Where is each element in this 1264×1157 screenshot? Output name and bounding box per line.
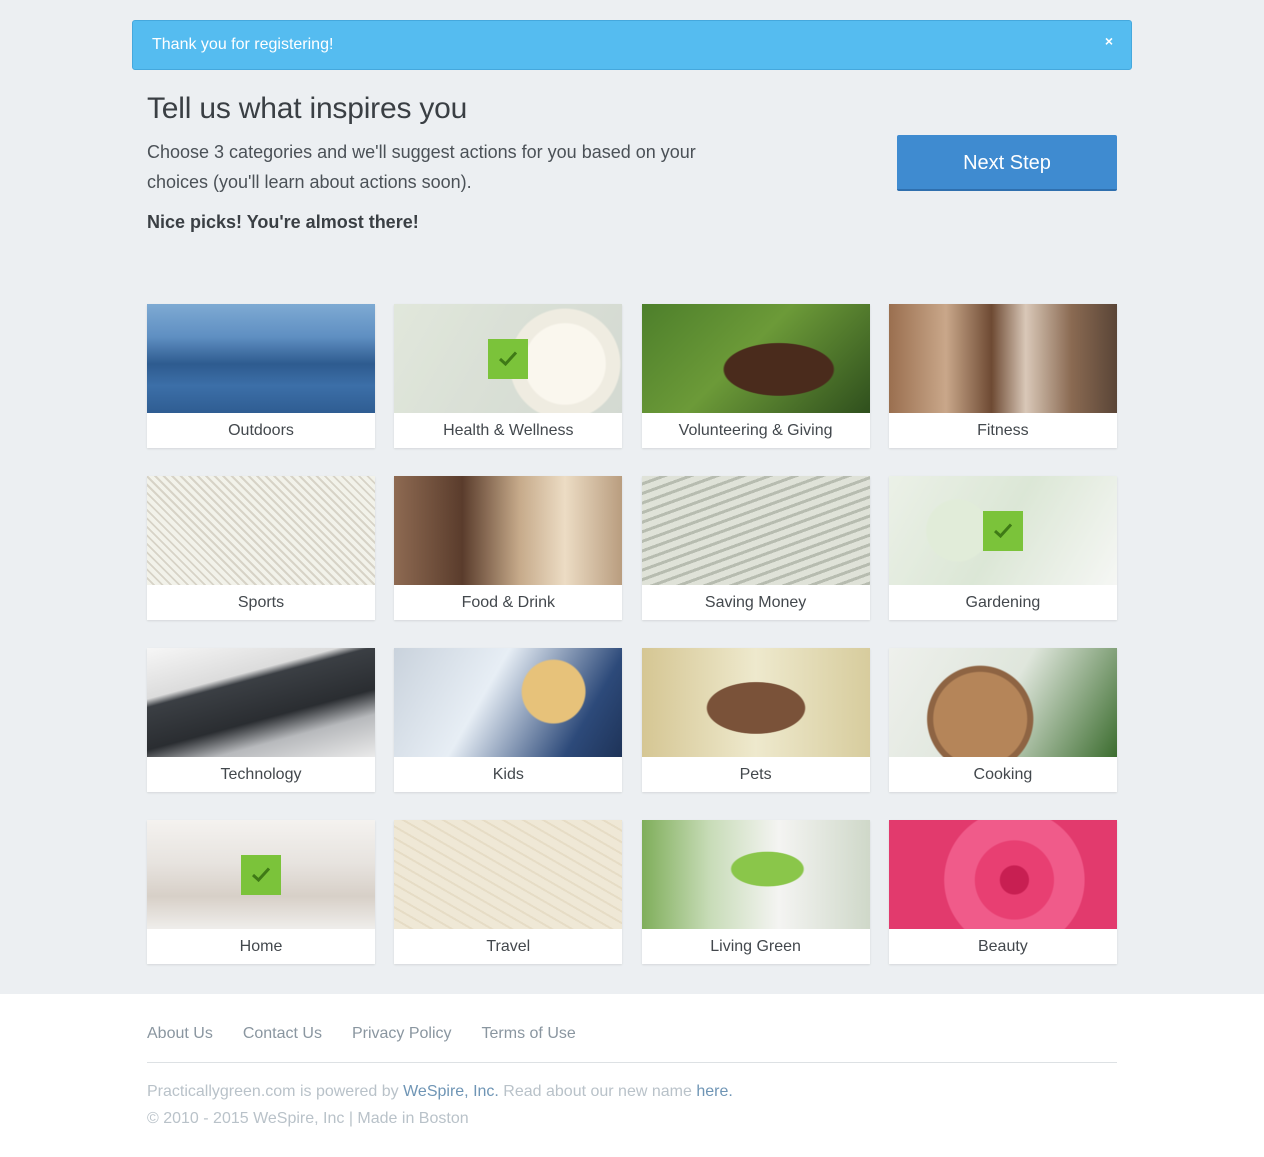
category-card-food-drink[interactable]: Food & Drink bbox=[394, 476, 623, 620]
category-card-fitness[interactable]: Fitness bbox=[888, 304, 1117, 448]
category-card-home[interactable]: Home bbox=[147, 820, 375, 964]
checkmark-icon bbox=[488, 339, 529, 379]
footer-link-terms-of-use[interactable]: Terms of Use bbox=[482, 1025, 576, 1043]
category-label: Home bbox=[239, 938, 283, 955]
category-image bbox=[394, 304, 623, 413]
footer-link-contact-us[interactable]: Contact Us bbox=[243, 1025, 322, 1043]
category-grid: Outdoors Health & Wellness Volunteering … bbox=[147, 304, 1117, 964]
footer-links: About Us Contact Us Privacy Policy Terms… bbox=[147, 1025, 576, 1043]
category-image bbox=[641, 820, 870, 929]
category-card-saving-money[interactable]: Saving Money bbox=[641, 476, 870, 620]
category-label: Cooking bbox=[973, 766, 1033, 783]
footer-link-privacy-policy[interactable]: Privacy Policy bbox=[352, 1025, 452, 1043]
category-image bbox=[147, 648, 375, 757]
page-title: Tell us what inspires you bbox=[147, 92, 468, 125]
powered-by-middle: Read about our new name bbox=[498, 1083, 697, 1100]
category-card-sports[interactable]: Sports bbox=[147, 476, 375, 620]
main-content: Thank you for registering! × Tell us wha… bbox=[0, 0, 1264, 994]
category-label: Kids bbox=[492, 766, 524, 783]
copyright-text: © 2010 - 2015 WeSpire, Inc | Made in Bos… bbox=[147, 1110, 469, 1127]
category-image bbox=[394, 648, 623, 757]
category-card-cooking[interactable]: Cooking bbox=[888, 648, 1117, 792]
category-image bbox=[394, 476, 623, 585]
category-card-pets[interactable]: Pets bbox=[641, 648, 870, 792]
category-label: Sports bbox=[237, 594, 285, 611]
category-label: Food & Drink bbox=[461, 594, 555, 611]
category-image bbox=[641, 648, 870, 757]
category-card-health-wellness[interactable]: Health & Wellness bbox=[394, 304, 623, 448]
category-label: Health & Wellness bbox=[443, 422, 574, 439]
category-image bbox=[147, 476, 375, 585]
category-label: Outdoors bbox=[228, 422, 294, 439]
category-image bbox=[147, 304, 375, 413]
category-label: Saving Money bbox=[704, 594, 807, 611]
category-label: Volunteering & Giving bbox=[678, 422, 833, 439]
category-image bbox=[888, 648, 1117, 757]
category-image bbox=[888, 304, 1117, 413]
close-icon[interactable]: × bbox=[1105, 34, 1113, 48]
category-image bbox=[641, 304, 870, 413]
wespire-link[interactable]: WeSpire, Inc. bbox=[403, 1083, 499, 1100]
powered-by-prefix: Practicallygreen.com is powered by bbox=[147, 1083, 404, 1100]
category-label: Beauty bbox=[977, 938, 1028, 955]
footer-link-about-us[interactable]: About Us bbox=[147, 1025, 213, 1043]
category-card-living-green[interactable]: Living Green bbox=[641, 820, 870, 964]
next-step-button[interactable]: Next Step bbox=[897, 135, 1117, 191]
alert-message: Thank you for registering! bbox=[152, 36, 334, 53]
category-image bbox=[888, 820, 1117, 929]
category-card-beauty[interactable]: Beauty bbox=[888, 820, 1117, 964]
category-label: Technology bbox=[220, 766, 302, 783]
footer-divider bbox=[147, 1062, 1117, 1063]
category-card-outdoors[interactable]: Outdoors bbox=[147, 304, 375, 448]
powered-by-text: Practicallygreen.com is powered by WeSpi… bbox=[147, 1083, 733, 1101]
category-image bbox=[147, 820, 375, 929]
category-image bbox=[641, 476, 870, 585]
page-subtitle: Choose 3 categories and we'll suggest ac… bbox=[147, 142, 696, 192]
category-card-volunteering-giving[interactable]: Volunteering & Giving bbox=[641, 304, 870, 448]
category-card-gardening[interactable]: Gardening bbox=[888, 476, 1117, 620]
category-image bbox=[888, 476, 1117, 585]
category-image bbox=[394, 820, 623, 929]
category-label: Living Green bbox=[710, 938, 801, 955]
selection-status: Nice picks! You're almost there! bbox=[147, 212, 419, 232]
footer: About Us Contact Us Privacy Policy Terms… bbox=[0, 994, 1264, 1157]
registration-alert: Thank you for registering! × bbox=[132, 20, 1132, 70]
category-label: Gardening bbox=[965, 594, 1041, 611]
category-card-travel[interactable]: Travel bbox=[394, 820, 623, 964]
category-card-kids[interactable]: Kids bbox=[394, 648, 623, 792]
new-name-link[interactable]: here. bbox=[696, 1083, 732, 1100]
checkmark-icon bbox=[241, 855, 281, 895]
checkmark-icon bbox=[982, 511, 1023, 551]
category-label: Pets bbox=[739, 766, 772, 783]
category-card-technology[interactable]: Technology bbox=[147, 648, 375, 792]
category-label: Fitness bbox=[977, 422, 1029, 439]
category-label: Travel bbox=[486, 938, 531, 955]
